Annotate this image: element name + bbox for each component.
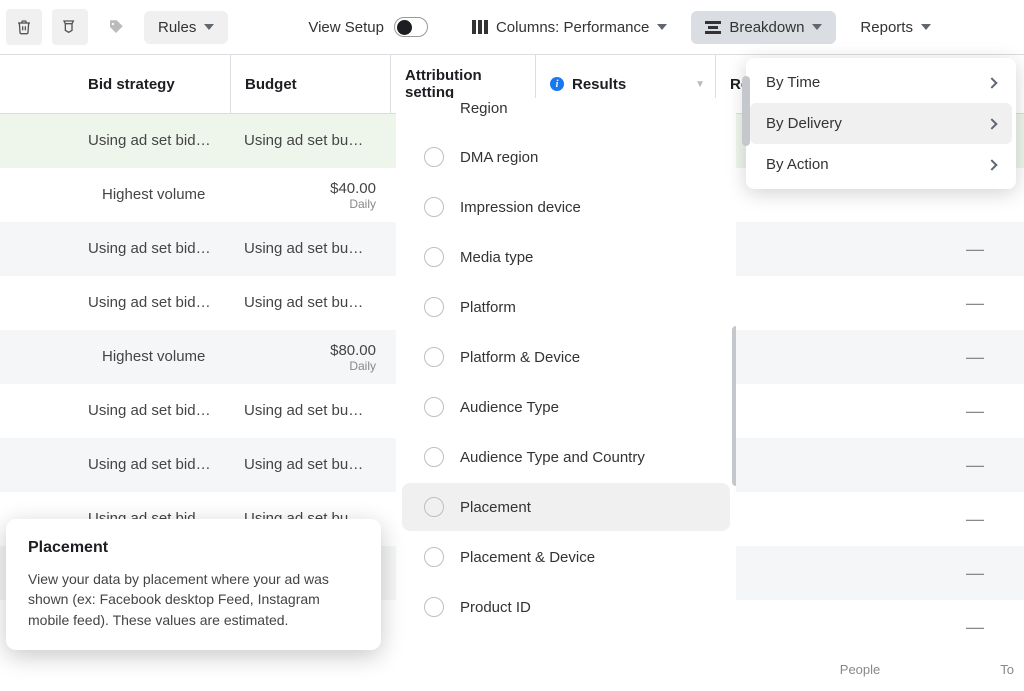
columns-icon [472, 20, 488, 34]
cell-reach: — [715, 276, 1024, 330]
reports-label: Reports [860, 19, 913, 36]
cell-budget: Using ad set bu… [230, 276, 390, 330]
breakdown-option[interactable]: Platform & Device [402, 333, 730, 381]
radio-icon [424, 197, 444, 217]
breakdown-label: Breakdown [729, 19, 804, 36]
cell-reach: — [715, 438, 1024, 492]
radio-icon [424, 447, 444, 467]
breakdown-button[interactable]: Breakdown [691, 11, 836, 44]
cell-bid-strategy: Using ad set bid… [74, 438, 230, 492]
breakdown-option[interactable]: Placement & Device [402, 533, 730, 581]
breakdown-option-label: Platform & Device [460, 349, 580, 366]
chevron-right-icon [986, 159, 997, 170]
breakdown-option[interactable]: Media type [402, 233, 730, 281]
rules-label: Rules [158, 19, 196, 36]
tag-icon [107, 18, 125, 36]
breakdown-menu-item[interactable]: By Time [750, 62, 1012, 103]
columns-button[interactable]: Columns: Performance [458, 11, 681, 44]
breakdown-option-label: Impression device [460, 199, 581, 216]
breakdown-option-label: Audience Type [460, 399, 559, 416]
caret-down-icon [812, 24, 822, 30]
radio-icon [424, 547, 444, 567]
toggle-switch[interactable] [394, 17, 428, 37]
tooltip-body: View your data by placement where your a… [28, 569, 359, 630]
breakdown-option-label: Audience Type and Country [460, 449, 645, 466]
cell-bid-strategy: Using ad set bid… [74, 384, 230, 438]
breakdown-menu-label: By Action [766, 156, 829, 173]
breakdown-option-label: Placement [460, 499, 531, 516]
placement-tooltip: Placement View your data by placement wh… [6, 519, 381, 650]
radio-icon [424, 247, 444, 267]
info-icon: i [550, 77, 564, 91]
cell-bid-strategy: Using ad set bid… [74, 276, 230, 330]
breakdown-option[interactable]: Audience Type and Country [402, 433, 730, 481]
breakdown-menu-label: By Delivery [766, 115, 842, 132]
breakdown-option[interactable]: Region [402, 100, 730, 131]
radio-icon [424, 397, 444, 417]
cell-reach: — [715, 492, 1024, 546]
chevron-right-icon [986, 118, 997, 129]
footer: People To [840, 662, 1014, 677]
sort-caret-icon: ▼ [695, 79, 705, 90]
chevron-right-icon [986, 77, 997, 88]
breakdown-option[interactable]: Platform [402, 283, 730, 331]
cell-bid-strategy: Highest volume [74, 330, 230, 384]
breakdown-option-label: Product ID [460, 599, 531, 616]
export-icon [62, 19, 78, 35]
caret-down-icon [657, 24, 667, 30]
radio-icon [424, 347, 444, 367]
cell-bid-strategy: Using ad set bid… [74, 114, 230, 168]
cell-reach: — [715, 222, 1024, 276]
breakdown-option-label: Platform [460, 299, 516, 316]
tag-button[interactable] [98, 9, 134, 45]
radio-icon [424, 147, 444, 167]
breakdown-option-label: Media type [460, 249, 533, 266]
delete-button[interactable] [6, 9, 42, 45]
cell-reach: — [715, 384, 1024, 438]
cell-budget: $40.00Daily [230, 168, 390, 222]
radio-icon [424, 497, 444, 517]
radio-icon [424, 597, 444, 617]
trash-icon [16, 19, 32, 35]
columns-label: Columns: Performance [496, 19, 649, 36]
radio-icon [424, 297, 444, 317]
footer-total: To [1000, 662, 1014, 677]
breakdown-menu-item[interactable]: By Action [750, 144, 1012, 185]
footer-people: People [840, 662, 880, 677]
tooltip-title: Placement [28, 539, 359, 557]
export-button[interactable] [52, 9, 88, 45]
reports-button[interactable]: Reports [846, 11, 937, 44]
caret-down-icon [204, 24, 214, 30]
breakdown-menu-label: By Time [766, 74, 820, 91]
breakdown-delivery-panel: Region DMA region Impression device Media t… [396, 98, 736, 639]
breakdown-icon [705, 21, 721, 34]
cell-budget: $80.00Daily [230, 330, 390, 384]
breakdown-option[interactable]: Audience Type [402, 383, 730, 431]
cell-reach: — [715, 600, 1024, 654]
breakdown-option[interactable]: DMA region [402, 133, 730, 181]
rules-button[interactable]: Rules [144, 11, 228, 44]
cell-reach: — [715, 330, 1024, 384]
view-setup-toggle[interactable]: View Setup [308, 17, 428, 37]
breakdown-option-label: Region [460, 100, 508, 117]
breakdown-option-label: DMA region [460, 149, 538, 166]
breakdown-menu: By Time By Delivery By Action [746, 58, 1016, 189]
cell-budget: Using ad set bu… [230, 222, 390, 276]
cell-bid-strategy: Highest volume [74, 168, 230, 222]
breakdown-option[interactable]: Product ID [402, 583, 730, 631]
cell-bid-strategy: Using ad set bid… [74, 222, 230, 276]
cell-budget: Using ad set bu… [230, 438, 390, 492]
cell-budget: Using ad set bu… [230, 384, 390, 438]
breakdown-option[interactable]: Placement [402, 483, 730, 531]
header-bid-strategy[interactable]: Bid strategy [74, 55, 230, 113]
breakdown-menu-item[interactable]: By Delivery [750, 103, 1012, 144]
view-setup-label: View Setup [308, 19, 384, 36]
breakdown-option[interactable]: Impression device [402, 183, 730, 231]
breakdown-option-label: Placement & Device [460, 549, 595, 566]
header-budget[interactable]: Budget [230, 55, 390, 113]
cell-budget: Using ad set bu… [230, 114, 390, 168]
caret-down-icon [921, 24, 931, 30]
cell-reach: — [715, 546, 1024, 600]
toolbar: Rules View Setup Columns: Performance Br… [0, 0, 1024, 54]
